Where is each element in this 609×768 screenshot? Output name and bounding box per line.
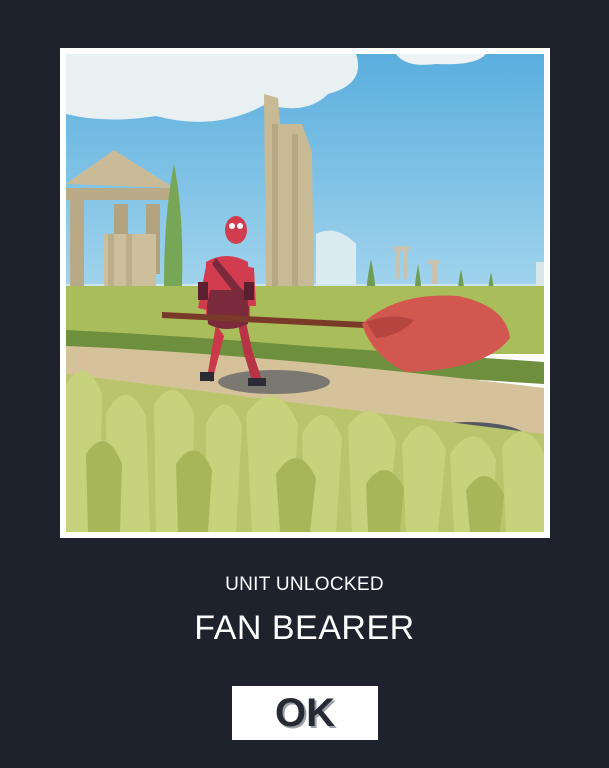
unit-preview-image [66,54,544,532]
unit-preview-frame [60,48,550,538]
unit-name-title: FAN BEARER [194,609,415,647]
ok-button[interactable]: OK [232,686,378,740]
unit-unlocked-label: UNIT UNLOCKED [225,574,384,595]
